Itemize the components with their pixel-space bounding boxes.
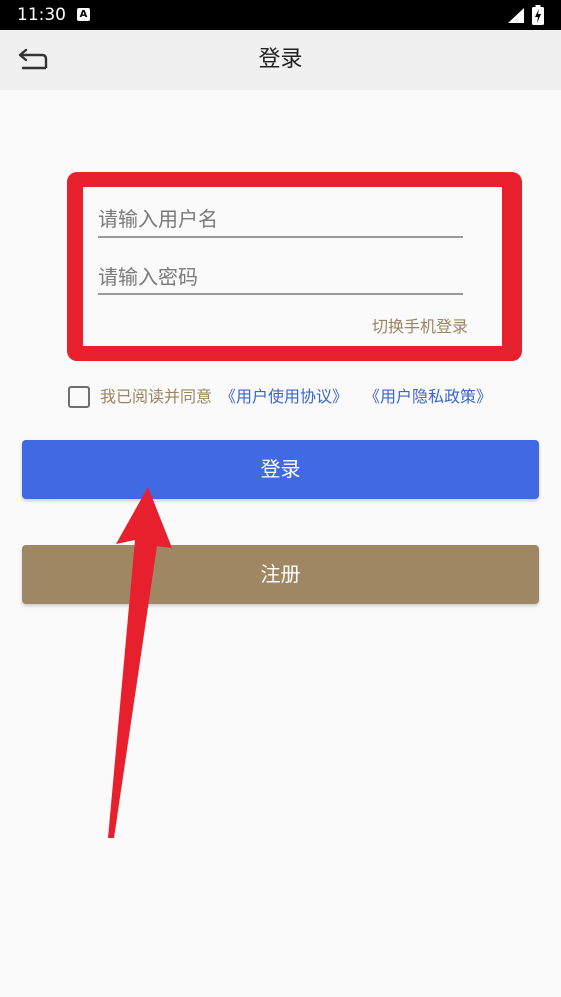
status-time: 11:30 xyxy=(17,5,66,25)
agreement-checkbox[interactable] xyxy=(68,386,90,408)
a-icon: A xyxy=(77,8,90,21)
user-agreement-link[interactable]: 《用户使用协议》 xyxy=(220,387,348,407)
login-form: 切换手机登录 xyxy=(83,187,502,346)
agreement-text: 我已阅读并同意 xyxy=(100,387,213,406)
signal-icon xyxy=(508,8,524,23)
status-bar: 11:30 A xyxy=(0,0,561,30)
register-button[interactable]: 注册 xyxy=(22,545,539,604)
battery-icon xyxy=(532,5,544,25)
switch-phone-login-link[interactable]: 切换手机登录 xyxy=(372,317,468,337)
app-bar: 登录 xyxy=(0,30,561,90)
back-icon[interactable] xyxy=(16,48,50,74)
password-input[interactable] xyxy=(98,260,463,295)
agreement-row: 我已阅读并同意 《用户使用协议》 《用户隐私政策》 xyxy=(68,385,528,411)
page-title: 登录 xyxy=(258,47,303,72)
login-form-highlight: 切换手机登录 xyxy=(67,172,522,361)
username-input[interactable] xyxy=(98,202,463,238)
privacy-policy-link[interactable]: 《用户隐私政策》 xyxy=(364,387,492,407)
login-button[interactable]: 登录 xyxy=(22,440,539,499)
